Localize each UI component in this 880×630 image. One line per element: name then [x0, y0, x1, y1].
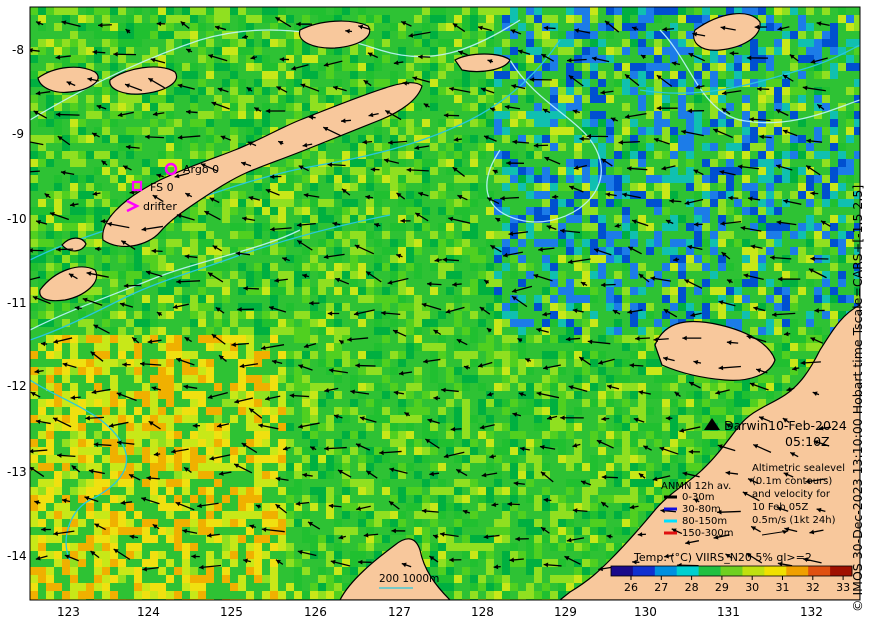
colorbar-swatch [742, 566, 765, 576]
anmn-item-label: 150-300m [682, 528, 734, 539]
fs-label: FS 0 [150, 181, 174, 194]
lon-axis: 123 124 125 126 127 128 129 130 131 132 [57, 605, 823, 619]
anmn-item-label: 0-30m [682, 492, 714, 503]
lon-tick: 128 [471, 605, 494, 619]
altimetry-line: 10 Feb 05Z [752, 502, 809, 513]
map-date: 10-Feb-2024 [768, 418, 847, 433]
lon-tick: 126 [304, 605, 327, 619]
colorbar-tick-label: 27 [654, 581, 668, 594]
lon-tick: 124 [137, 605, 160, 619]
altimetry-line: and velocity for [752, 489, 831, 500]
lon-tick: 127 [388, 605, 411, 619]
colorbar-tick-label: 31 [776, 581, 790, 594]
lat-tick: -14 [7, 549, 27, 563]
drifter-label: drifter [143, 200, 177, 213]
darwin-label: Darwin [724, 418, 768, 433]
colorbar-swatch [698, 566, 722, 576]
lon-tick: 132 [800, 605, 823, 619]
colorbar-swatches [611, 566, 853, 576]
colorbar-tick-label: 30 [745, 581, 759, 594]
colorbar-swatch [654, 566, 678, 576]
sst-map: -8 -9 -10 -11 -12 -13 -14 123 124 125 12… [7, 6, 861, 619]
colorbar-swatch [632, 566, 656, 576]
colorbar-tick-label: 32 [806, 581, 820, 594]
lat-tick: -12 [7, 379, 27, 393]
lat-tick: -8 [12, 43, 24, 57]
lat-axis: -8 -9 -10 -11 -12 -13 -14 [7, 43, 27, 563]
colorbar-swatch [764, 566, 787, 576]
lon-tick: 130 [634, 605, 657, 619]
lon-tick: 131 [717, 605, 740, 619]
colorbar-tick-label: 26 [624, 581, 638, 594]
lat-tick: -11 [7, 296, 27, 310]
colorbar-swatch [808, 566, 831, 576]
altimetry-line: 0.5m/s (1kt 24h) [752, 515, 836, 526]
lat-tick: -13 [7, 465, 27, 479]
lat-tick: -10 [7, 212, 27, 226]
credit-text: © IMOS 30-Dec-2023 13:10:00 Hobart time … [850, 184, 865, 612]
colorbar-title: Temp. (°C) VIIRS_N20 5% ql>=2 [633, 551, 812, 564]
colorbar-tick-label: 28 [685, 581, 699, 594]
map-time: 05:10Z [785, 434, 830, 449]
anmn-item-label: 80-150m [682, 516, 727, 527]
isobath-label: 200 1000m [379, 573, 439, 585]
altimetry-line: Altimetric sealevel [752, 463, 845, 474]
anmn-item-label: 30-80m [682, 504, 721, 515]
lon-tick: 125 [220, 605, 243, 619]
colorbar-tick-label: 29 [715, 581, 729, 594]
colorbar-swatch [786, 566, 809, 576]
colorbar-swatch [720, 566, 743, 576]
argo-label: Argo 0 [183, 163, 219, 176]
colorbar-swatch [611, 566, 634, 576]
altimetry-line: (0.1m contours) [752, 476, 832, 487]
anmn-title: ANMN 12h av. [661, 481, 731, 492]
colorbar-swatch [676, 566, 700, 576]
lon-tick: 129 [554, 605, 577, 619]
lat-tick: -9 [12, 127, 24, 141]
colorbar-tick-label: 33 [836, 581, 850, 594]
lon-tick: 123 [57, 605, 80, 619]
